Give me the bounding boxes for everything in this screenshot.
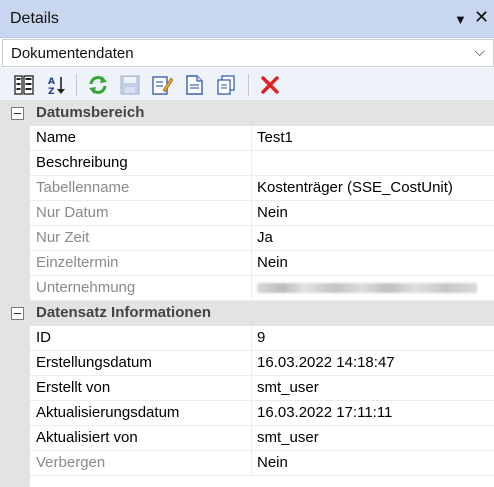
property-row-erstellungsdatum[interactable]: Erstellungsdatum 16.03.2022 14:18:47: [0, 351, 494, 376]
new-document-button[interactable]: [182, 73, 206, 97]
property-value-field[interactable]: Ja: [252, 226, 494, 251]
category-header-datumsbereich[interactable]: Datumsbereich: [0, 101, 494, 126]
property-value: Test1: [257, 129, 293, 146]
property-value: 16.03.2022 17:11:11: [257, 404, 393, 421]
property-value-field[interactable]: [252, 276, 494, 301]
property-name: Nur Datum: [36, 204, 109, 221]
property-value-field[interactable]: Nein: [252, 251, 494, 276]
property-value: Nein: [257, 204, 288, 221]
property-name: Nur Zeit: [36, 229, 90, 246]
edit-icon: [152, 76, 173, 95]
panel-menu-dropdown-icon[interactable]: ▼: [454, 12, 467, 27]
edit-button[interactable]: [150, 73, 174, 97]
property-name: Beschreibung: [36, 154, 128, 171]
property-row-nur-datum[interactable]: Nur Datum Nein: [0, 201, 494, 226]
view-selector-dropdown[interactable]: Dokumentendaten ⌵: [2, 39, 494, 67]
property-row-nur-zeit[interactable]: Nur Zeit Ja: [0, 226, 494, 251]
property-name: Verbergen: [36, 454, 106, 471]
toolbar: A Z: [0, 68, 494, 101]
property-value: 16.03.2022 14:18:47: [257, 354, 395, 371]
svg-text:Z: Z: [48, 87, 55, 96]
save-icon: [120, 75, 140, 95]
property-row-tabellenname[interactable]: Tabellenname Kostenträger (SSE_CostUnit): [0, 176, 494, 201]
property-value: Kostenträger (SSE_CostUnit): [257, 179, 453, 196]
property-row-id[interactable]: ID 9: [0, 326, 494, 351]
category-title: Datensatz Informationen: [36, 304, 212, 321]
property-value-field[interactable]: Kostenträger (SSE_CostUnit): [252, 176, 494, 201]
property-value-field[interactable]: Test1: [252, 126, 494, 151]
categorized-view-icon: [14, 75, 34, 95]
save-button[interactable]: [118, 73, 142, 97]
collapse-icon[interactable]: [11, 107, 24, 120]
property-value: Ja: [257, 229, 273, 246]
refresh-icon: [89, 76, 107, 94]
property-name: Erstellt von: [36, 379, 111, 396]
panel-header: Details ▼ ✕: [0, 0, 494, 38]
property-row-name[interactable]: Name Test1: [0, 126, 494, 151]
refresh-button[interactable]: [86, 73, 110, 97]
property-row-aktualisierungsdatum[interactable]: Aktualisierungsdatum 16.03.2022 17:11:11: [0, 401, 494, 426]
toolbar-separator: [76, 74, 77, 96]
property-value-field[interactable]: 16.03.2022 17:11:11: [252, 401, 494, 426]
property-name: Name: [36, 129, 77, 146]
property-name: Einzeltermin: [36, 254, 119, 271]
property-name: Tabellenname: [36, 179, 130, 196]
property-value-field[interactable]: Nein: [252, 451, 494, 476]
new-document-icon: [186, 75, 203, 95]
property-value-field[interactable]: Nein: [252, 201, 494, 226]
property-value: 9: [257, 329, 266, 346]
view-selector-value: Dokumentendaten: [11, 45, 134, 62]
grid-empty-area: [0, 476, 494, 487]
property-name: ID: [36, 329, 51, 346]
property-value-field[interactable]: smt_user: [252, 426, 494, 451]
property-row-einzeltermin[interactable]: Einzeltermin Nein: [0, 251, 494, 276]
property-value-field[interactable]: [252, 151, 494, 176]
category-title: Datumsbereich: [36, 104, 145, 121]
property-row-verbergen[interactable]: Verbergen Nein: [0, 451, 494, 476]
panel-title: Details: [10, 10, 59, 27]
copy-icon: [217, 75, 235, 95]
delete-button[interactable]: [258, 73, 282, 97]
property-row-beschreibung[interactable]: Beschreibung: [0, 151, 494, 176]
property-name: Aktualisierungsdatum: [36, 404, 180, 421]
property-value: smt_user: [257, 429, 319, 446]
property-value: smt_user: [257, 379, 319, 396]
property-row-unternehmung[interactable]: Unternehmung: [0, 276, 494, 301]
sort-alphabetical-icon: A Z: [48, 77, 65, 96]
categorized-view-button[interactable]: [12, 73, 36, 97]
toolbar-separator: [248, 74, 249, 96]
svg-text:A: A: [48, 77, 55, 87]
delete-icon: [261, 76, 279, 94]
copy-button[interactable]: [214, 73, 238, 97]
redacted-value: [257, 283, 477, 293]
sort-alphabetical-button[interactable]: A Z: [44, 73, 68, 97]
property-name: Aktualisiert von: [36, 429, 138, 446]
property-name: Erstellungsdatum: [36, 354, 152, 371]
property-value: Nein: [257, 454, 288, 471]
property-grid: Datumsbereich Name Test1 Beschreibung Ta…: [0, 101, 494, 487]
chevron-down-icon: ⌵: [474, 43, 485, 59]
property-value-field[interactable]: 9: [252, 326, 494, 351]
property-name: Unternehmung: [36, 279, 136, 296]
property-value: Nein: [257, 254, 288, 271]
category-header-datensatz-informationen[interactable]: Datensatz Informationen: [0, 301, 494, 326]
property-row-erstellt-von[interactable]: Erstellt von smt_user: [0, 376, 494, 401]
property-row-aktualisiert-von[interactable]: Aktualisiert von smt_user: [0, 426, 494, 451]
property-value-field[interactable]: smt_user: [252, 376, 494, 401]
property-value-field[interactable]: 16.03.2022 14:18:47: [252, 351, 494, 376]
collapse-icon[interactable]: [11, 307, 24, 320]
close-icon[interactable]: ✕: [474, 7, 489, 28]
